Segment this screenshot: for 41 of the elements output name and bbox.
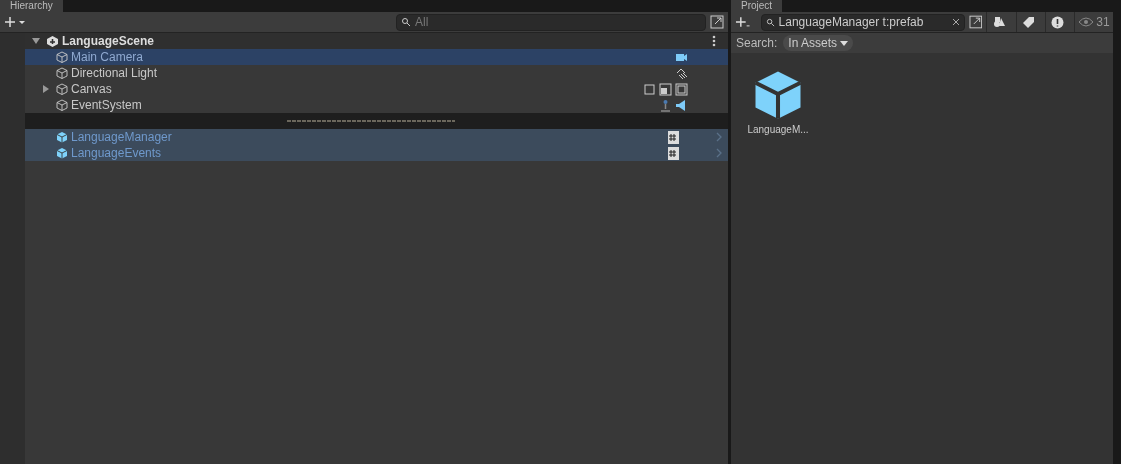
expand-arrow[interactable] (32, 37, 40, 45)
asset-name: LanguageM... (747, 124, 809, 135)
project-tab[interactable]: Project (731, 0, 783, 12)
hierarchy-row[interactable]: LanguageEvents (25, 145, 728, 161)
cube-icon (56, 83, 68, 95)
prefab-cube-icon (56, 147, 68, 159)
scope-dropdown[interactable]: In Assets (783, 35, 854, 51)
search-icon (401, 17, 411, 27)
hierarchy-tab[interactable]: Hierarchy (0, 0, 63, 12)
hierarchy-row[interactable]: LanguageManager (25, 129, 728, 145)
object-name: Canvas (71, 82, 112, 96)
cube-icon (56, 67, 68, 79)
object-name: LanguageEvents (71, 146, 162, 160)
search-label: Search: (736, 36, 778, 50)
object-name: EventSystem (71, 98, 142, 112)
maximize-icon[interactable] (710, 15, 724, 29)
prefab-cube-icon (56, 131, 68, 143)
scene-name: LanguageScene (62, 34, 155, 48)
search-field[interactable]: LanguageManager t:prefab (760, 13, 965, 31)
search-input[interactable]: LanguageManager t:prefab (778, 15, 948, 29)
add-icon[interactable] (4, 16, 26, 28)
close-icon[interactable] (951, 18, 960, 26)
exclamation-icon (1051, 15, 1065, 29)
expand-arrow[interactable] (42, 85, 50, 93)
tag-icon (1022, 16, 1035, 28)
object-name: LanguageManager (71, 130, 172, 144)
shapes-icon (993, 16, 1006, 28)
hierarchy-row[interactable]: Main Camera (25, 49, 728, 65)
more-icon[interactable] (712, 35, 716, 47)
object-name: Main Camera (71, 50, 144, 64)
search-field[interactable]: All (396, 13, 706, 31)
object-name: Directional Light (71, 66, 158, 80)
maximize-icon[interactable] (968, 15, 983, 29)
cube-icon (56, 99, 68, 111)
cube-icon (56, 51, 68, 63)
asset-item[interactable]: LanguageM... (745, 67, 811, 135)
caret-icon (840, 40, 849, 46)
search-icon (765, 17, 775, 27)
add-icon[interactable] (735, 16, 751, 28)
visibility-button[interactable]: 31 (1074, 12, 1113, 32)
eye-icon (1078, 17, 1095, 27)
